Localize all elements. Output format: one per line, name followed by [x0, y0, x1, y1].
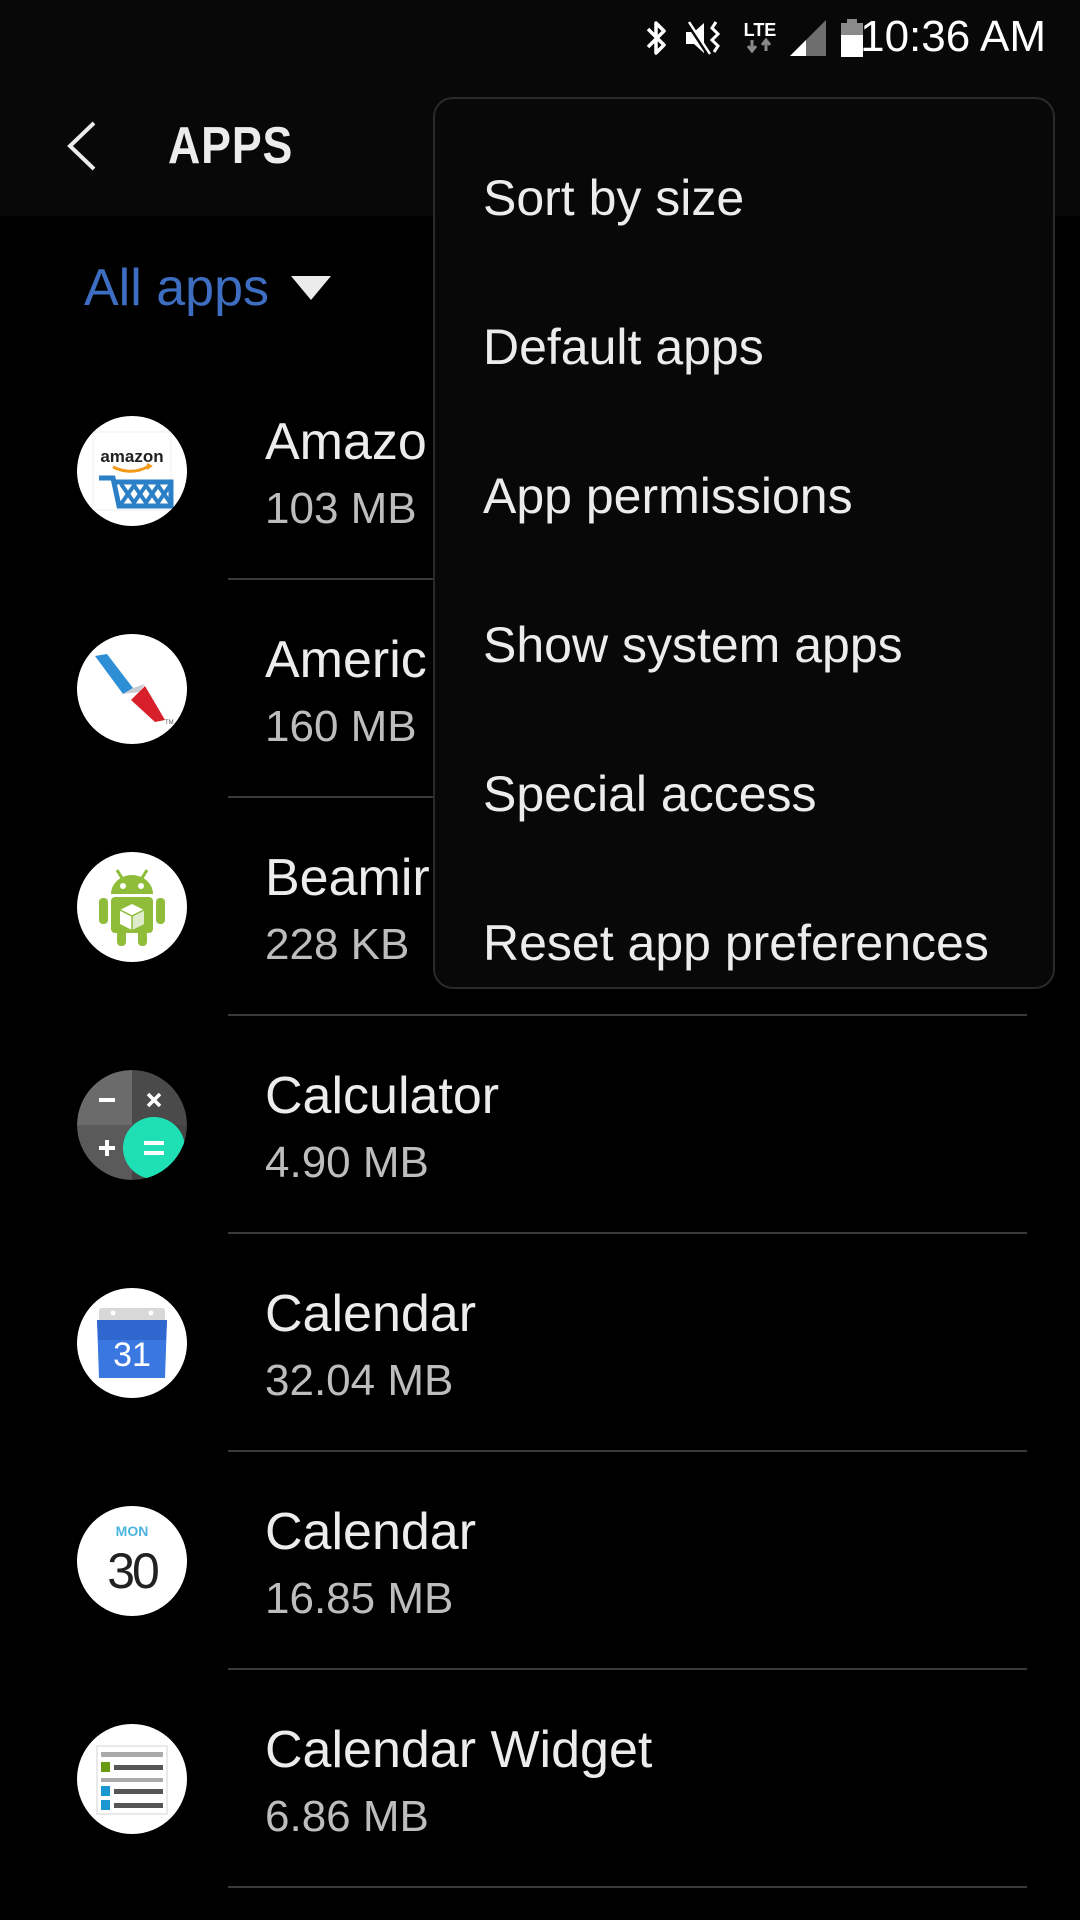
american-airlines-icon: TM	[77, 634, 187, 744]
status-bar: LTE 10:36 AM	[0, 0, 1080, 76]
overflow-menu: Sort by size Default apps App permission…	[433, 97, 1055, 989]
app-size: 16.85 MB	[265, 1574, 454, 1623]
app-name: Calendar	[265, 1285, 477, 1343]
menu-item-show-system-apps[interactable]: Show system apps	[435, 570, 1053, 719]
back-button[interactable]	[50, 106, 114, 186]
app-size: 6.86 MB	[265, 1792, 429, 1841]
app-list-item[interactable]: MON 30 Calendar 16.85 MB	[0, 1452, 1080, 1670]
app-list-item[interactable]: Calculator 4.90 MB	[0, 1016, 1080, 1234]
chevron-left-icon	[67, 121, 96, 171]
android-package-icon	[77, 852, 187, 962]
amazon-icon: amazon	[77, 416, 187, 526]
signal-icon	[790, 20, 826, 56]
samsung-calendar-icon: MON 30	[77, 1506, 187, 1616]
calendar-widget-icon	[77, 1724, 187, 1834]
menu-item-special-access[interactable]: Special access	[435, 719, 1053, 868]
app-list-item[interactable]: Calendar Widget 6.86 MB	[0, 1670, 1080, 1888]
clock: 10:36 AM	[860, 12, 1046, 61]
svg-text:amazon: amazon	[100, 447, 163, 466]
app-size: 228 KB	[265, 920, 410, 969]
filter-label: All apps	[84, 259, 269, 317]
page-title: APPS	[168, 117, 294, 175]
app-size: 32.04 MB	[265, 1356, 454, 1405]
app-list-item[interactable]: 31 Calendar 32.04 MB	[0, 1234, 1080, 1452]
app-name: Americ	[265, 631, 427, 689]
menu-item-sort-by-size[interactable]: Sort by size	[435, 123, 1053, 272]
app-size: 103 MB	[265, 484, 417, 533]
lte-label: LTE	[744, 20, 777, 40]
app-name: Calculator	[265, 1067, 500, 1125]
caret-down-icon	[291, 276, 331, 300]
vibrate-mute-icon	[685, 20, 721, 56]
app-name: Beamir	[265, 849, 430, 907]
calendar-date-label: 31	[113, 1336, 151, 1374]
calendar-date-label: 30	[107, 1543, 158, 1599]
app-size: 160 MB	[265, 702, 417, 751]
app-filter-dropdown[interactable]: All apps	[84, 258, 331, 318]
divider	[228, 1886, 1027, 1888]
app-size: 4.90 MB	[265, 1138, 429, 1187]
app-name: Amazo	[265, 413, 427, 471]
menu-item-app-permissions[interactable]: App permissions	[435, 421, 1053, 570]
lte-data-icon: LTE	[744, 20, 777, 54]
svg-text:TM: TM	[165, 720, 174, 726]
calendar-day-label: MON	[116, 1523, 149, 1539]
app-name: Calendar Widget	[265, 1721, 653, 1779]
google-calendar-icon: 31	[77, 1288, 187, 1398]
menu-item-default-apps[interactable]: Default apps	[435, 272, 1053, 421]
calculator-icon	[77, 1070, 187, 1180]
app-name: Calendar	[265, 1503, 477, 1561]
menu-item-reset-app-preferences[interactable]: Reset app preferences	[435, 868, 1053, 1017]
bluetooth-icon	[646, 21, 666, 55]
